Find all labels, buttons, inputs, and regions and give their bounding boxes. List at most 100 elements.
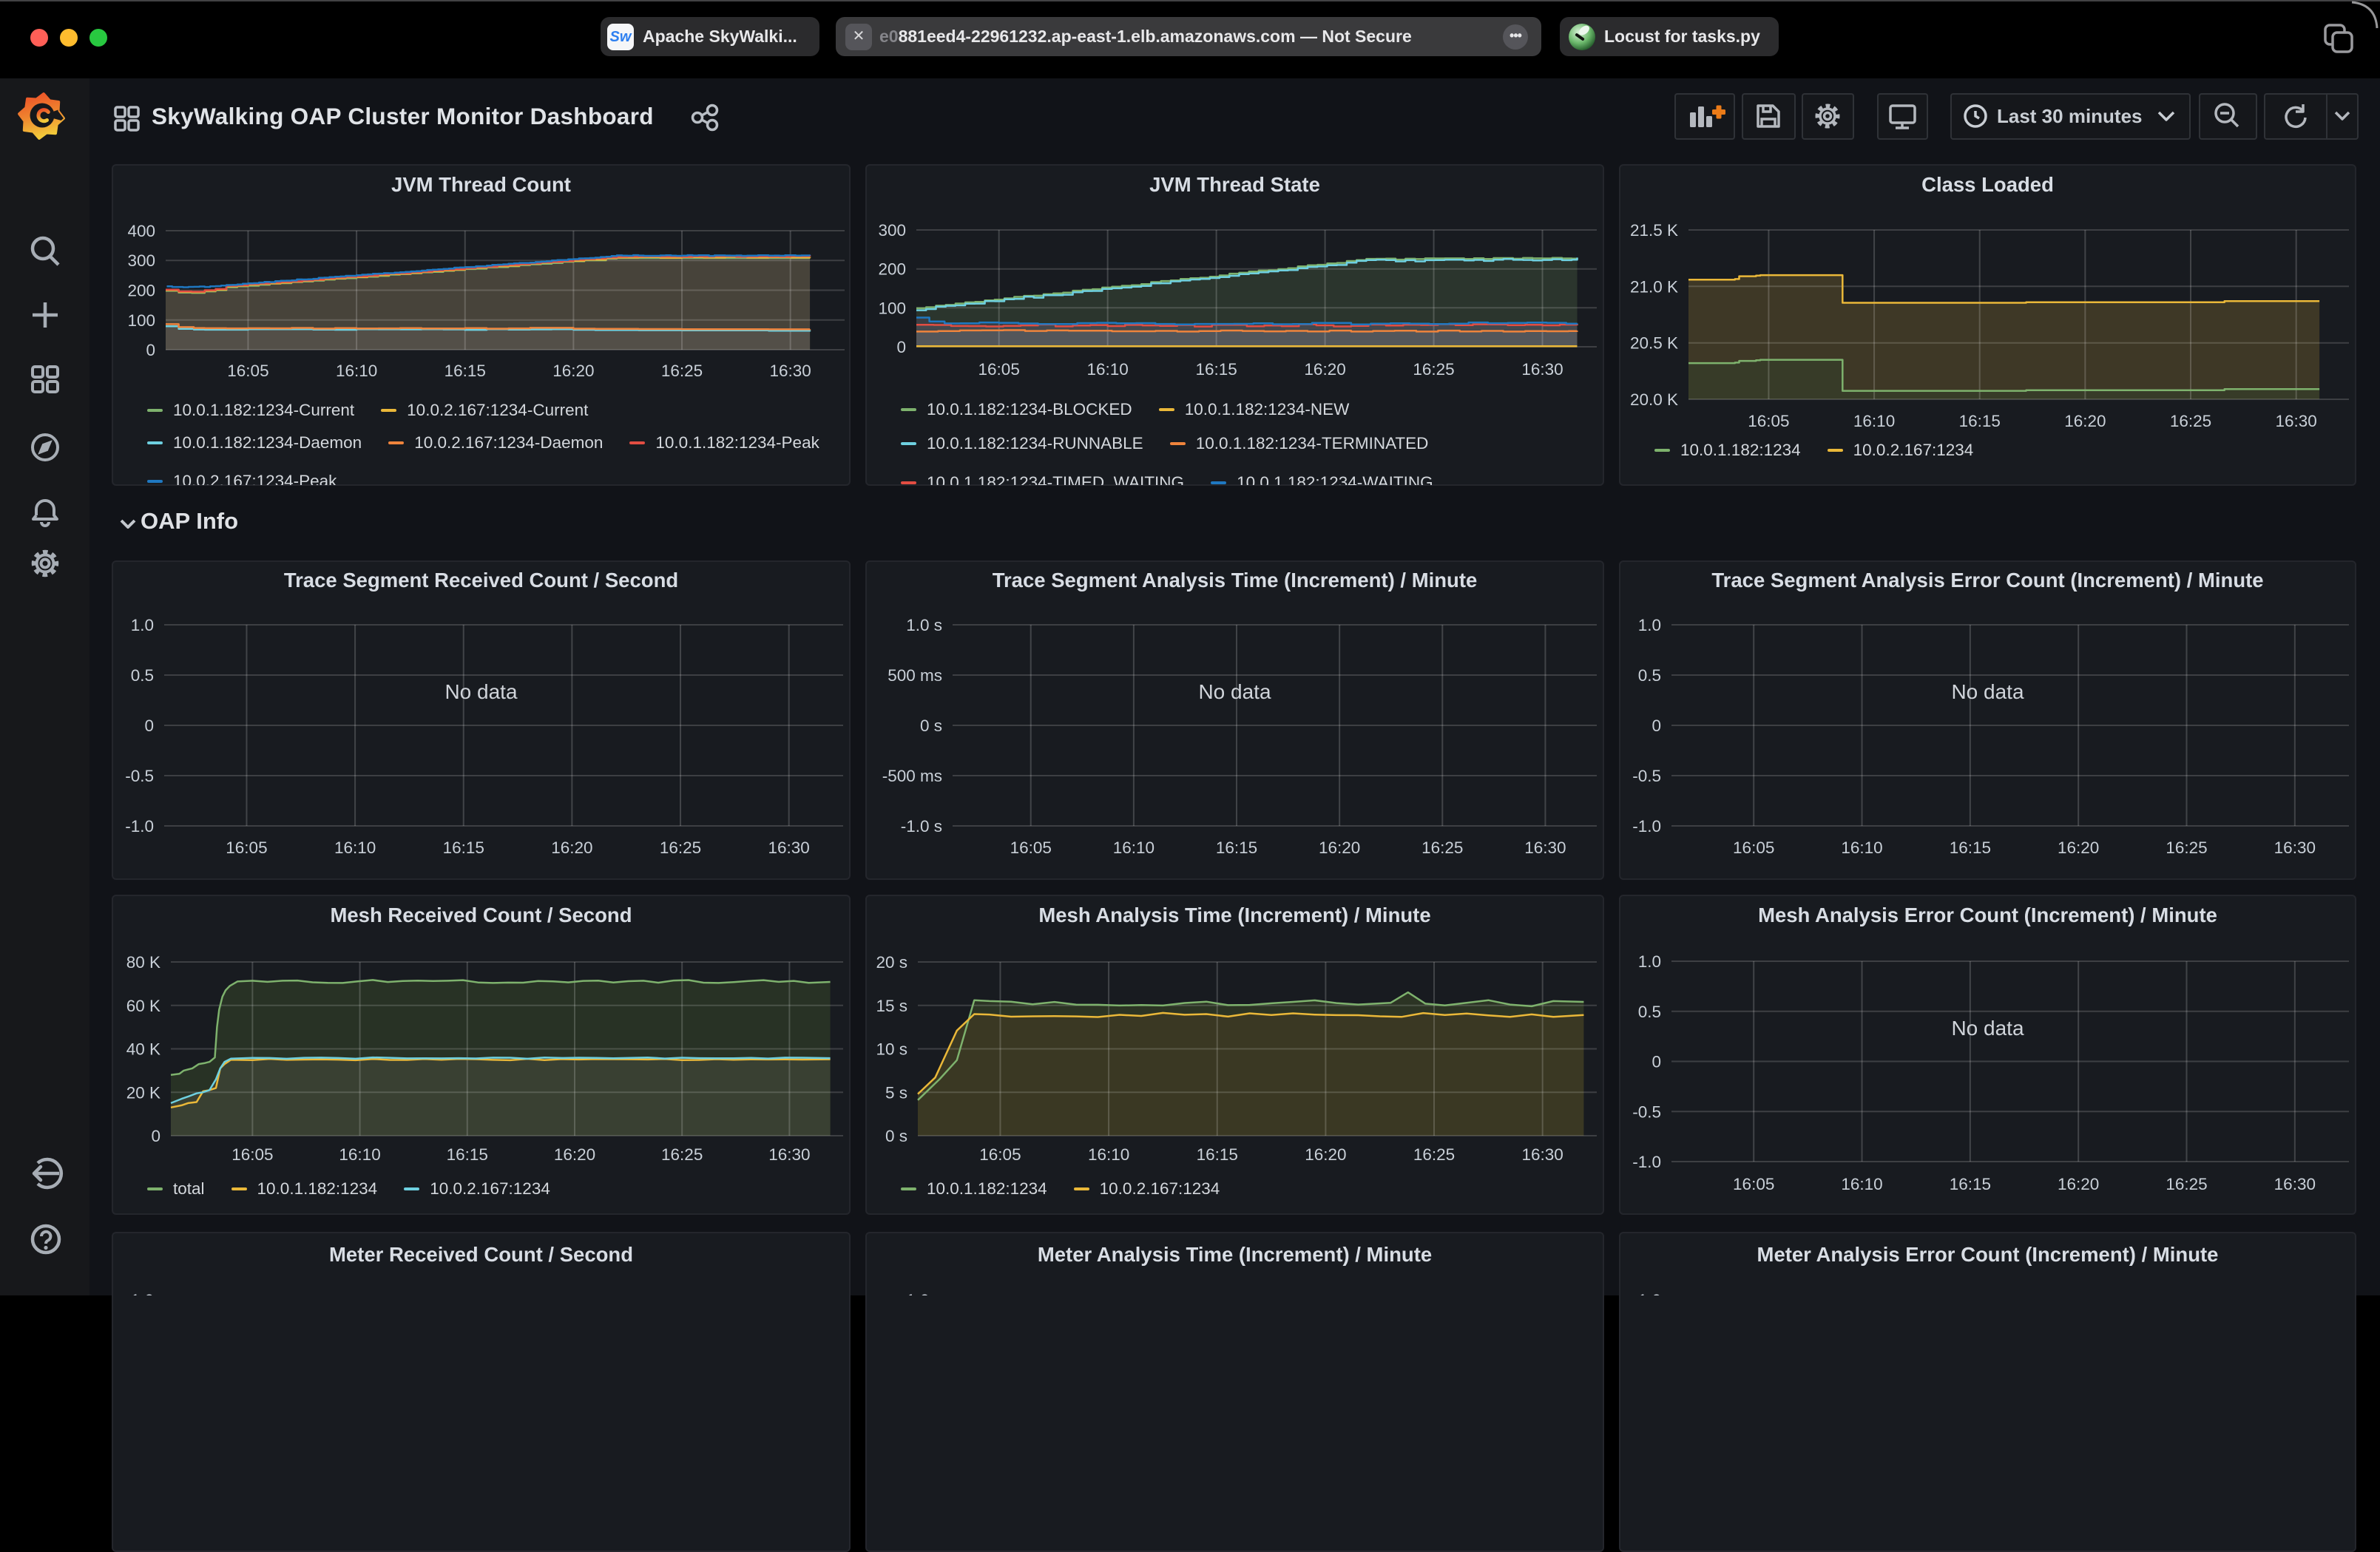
svg-text:1.0: 1.0 bbox=[1638, 952, 1661, 971]
svg-text:16:15: 16:15 bbox=[1959, 412, 2001, 430]
svg-text:16:15: 16:15 bbox=[443, 838, 484, 857]
svg-text:-1.0: -1.0 bbox=[1632, 817, 1661, 836]
svg-text:500 ms: 500 ms bbox=[888, 666, 942, 685]
svg-text:16:30: 16:30 bbox=[768, 838, 810, 857]
svg-text:40 K: 40 K bbox=[126, 1040, 160, 1059]
svg-text:16:25: 16:25 bbox=[1413, 1145, 1455, 1164]
svg-text:200: 200 bbox=[127, 282, 155, 300]
svg-text:16:10: 16:10 bbox=[1841, 1175, 1882, 1193]
svg-text:1.0: 1.0 bbox=[131, 1291, 154, 1295]
svg-text:16:05: 16:05 bbox=[1748, 412, 1789, 430]
svg-text:20 K: 20 K bbox=[126, 1083, 160, 1102]
svg-text:-0.5: -0.5 bbox=[1632, 1102, 1661, 1121]
svg-text:16:05: 16:05 bbox=[226, 838, 267, 857]
svg-text:16:15: 16:15 bbox=[1216, 838, 1257, 857]
svg-text:1.0 s: 1.0 s bbox=[906, 616, 942, 634]
svg-text:20.5 K: 20.5 K bbox=[1630, 334, 1678, 353]
svg-text:16:10: 16:10 bbox=[1087, 360, 1129, 379]
svg-text:16:30: 16:30 bbox=[1522, 1145, 1563, 1164]
svg-text:21.5 K: 21.5 K bbox=[1630, 221, 1678, 240]
svg-text:16:20: 16:20 bbox=[1304, 360, 1345, 379]
svg-text:16:25: 16:25 bbox=[661, 1145, 703, 1164]
svg-text:16:20: 16:20 bbox=[554, 1145, 595, 1164]
svg-text:16:15: 16:15 bbox=[1950, 838, 1991, 857]
svg-text:0: 0 bbox=[1652, 1053, 1661, 1071]
svg-text:0: 0 bbox=[1652, 716, 1661, 735]
svg-text:16:20: 16:20 bbox=[2064, 412, 2106, 430]
svg-text:-1.0: -1.0 bbox=[1632, 1153, 1661, 1171]
svg-text:16:05: 16:05 bbox=[1010, 838, 1052, 857]
svg-text:15 s: 15 s bbox=[876, 997, 907, 1015]
svg-text:16:15: 16:15 bbox=[1950, 1175, 1991, 1193]
svg-text:0: 0 bbox=[151, 1127, 160, 1145]
svg-text:16:20: 16:20 bbox=[1305, 1145, 1346, 1164]
svg-text:16:20: 16:20 bbox=[552, 362, 594, 380]
svg-text:0.5: 0.5 bbox=[1638, 666, 1661, 685]
svg-text:0: 0 bbox=[896, 338, 906, 356]
svg-text:16:10: 16:10 bbox=[334, 838, 376, 857]
svg-text:-1.0 s: -1.0 s bbox=[901, 817, 942, 836]
svg-text:1.0 s: 1.0 s bbox=[906, 1291, 942, 1295]
svg-text:16:30: 16:30 bbox=[1521, 360, 1563, 379]
svg-text:0 s: 0 s bbox=[885, 1127, 907, 1145]
svg-text:16:25: 16:25 bbox=[661, 362, 703, 380]
svg-text:16:05: 16:05 bbox=[227, 362, 268, 380]
svg-text:20 s: 20 s bbox=[876, 953, 907, 972]
svg-text:16:25: 16:25 bbox=[1421, 838, 1463, 857]
svg-text:No data: No data bbox=[1951, 1017, 2024, 1040]
svg-text:20.0 K: 20.0 K bbox=[1630, 390, 1678, 409]
svg-text:16:10: 16:10 bbox=[339, 1145, 380, 1164]
svg-text:-0.5: -0.5 bbox=[125, 767, 154, 785]
svg-text:0 s: 0 s bbox=[920, 716, 942, 735]
svg-text:16:15: 16:15 bbox=[447, 1145, 488, 1164]
svg-text:16:15: 16:15 bbox=[1195, 360, 1237, 379]
svg-text:16:30: 16:30 bbox=[2274, 838, 2316, 857]
svg-text:16:10: 16:10 bbox=[1113, 838, 1154, 857]
svg-text:16:20: 16:20 bbox=[2058, 838, 2099, 857]
svg-text:16:25: 16:25 bbox=[660, 838, 701, 857]
svg-text:16:25: 16:25 bbox=[2166, 838, 2207, 857]
svg-text:16:05: 16:05 bbox=[1733, 838, 1774, 857]
svg-text:16:30: 16:30 bbox=[768, 1145, 810, 1164]
svg-text:1.0: 1.0 bbox=[131, 616, 154, 634]
svg-text:16:05: 16:05 bbox=[231, 1145, 273, 1164]
svg-text:300: 300 bbox=[127, 251, 155, 270]
svg-text:Last 30 minutes: Last 30 minutes bbox=[1997, 105, 2143, 127]
svg-text:16:10: 16:10 bbox=[336, 362, 377, 380]
svg-text:16:10: 16:10 bbox=[1088, 1145, 1129, 1164]
svg-text:16:05: 16:05 bbox=[978, 360, 1020, 379]
svg-text:16:20: 16:20 bbox=[1319, 838, 1360, 857]
svg-text:80 K: 80 K bbox=[126, 953, 160, 972]
svg-text:16:30: 16:30 bbox=[2276, 412, 2317, 430]
svg-text:16:30: 16:30 bbox=[1524, 838, 1566, 857]
svg-text:16:25: 16:25 bbox=[2170, 412, 2211, 430]
svg-text:16:10: 16:10 bbox=[1853, 412, 1895, 430]
svg-text:-0.5: -0.5 bbox=[1632, 767, 1661, 785]
svg-text:16:20: 16:20 bbox=[551, 838, 592, 857]
svg-text:1.0: 1.0 bbox=[1638, 616, 1661, 634]
svg-text:100: 100 bbox=[878, 299, 906, 317]
svg-text:No data: No data bbox=[1198, 680, 1271, 703]
svg-text:16:15: 16:15 bbox=[444, 362, 486, 380]
svg-text:100: 100 bbox=[127, 311, 155, 330]
svg-text:No data: No data bbox=[444, 680, 517, 703]
svg-text:300: 300 bbox=[878, 221, 906, 240]
svg-text:5 s: 5 s bbox=[885, 1083, 907, 1102]
svg-text:16:05: 16:05 bbox=[979, 1145, 1021, 1164]
svg-text:16:25: 16:25 bbox=[2166, 1175, 2207, 1193]
svg-text:16:30: 16:30 bbox=[770, 362, 811, 380]
svg-text:0: 0 bbox=[144, 716, 154, 735]
svg-text:0.5: 0.5 bbox=[1638, 1003, 1661, 1021]
svg-text:10 s: 10 s bbox=[876, 1040, 907, 1059]
svg-text:1.0: 1.0 bbox=[1638, 1291, 1661, 1295]
svg-text:0: 0 bbox=[146, 341, 155, 359]
svg-text:400: 400 bbox=[127, 222, 155, 240]
svg-text:200: 200 bbox=[878, 260, 906, 279]
svg-text:No data: No data bbox=[1951, 680, 2024, 703]
svg-text:16:10: 16:10 bbox=[1841, 838, 1882, 857]
svg-text:16:20: 16:20 bbox=[2058, 1175, 2099, 1193]
svg-text:16:15: 16:15 bbox=[1197, 1145, 1238, 1164]
svg-text:-1.0: -1.0 bbox=[125, 817, 154, 836]
svg-text:16:05: 16:05 bbox=[1733, 1175, 1774, 1193]
svg-text:-500 ms: -500 ms bbox=[882, 767, 942, 785]
